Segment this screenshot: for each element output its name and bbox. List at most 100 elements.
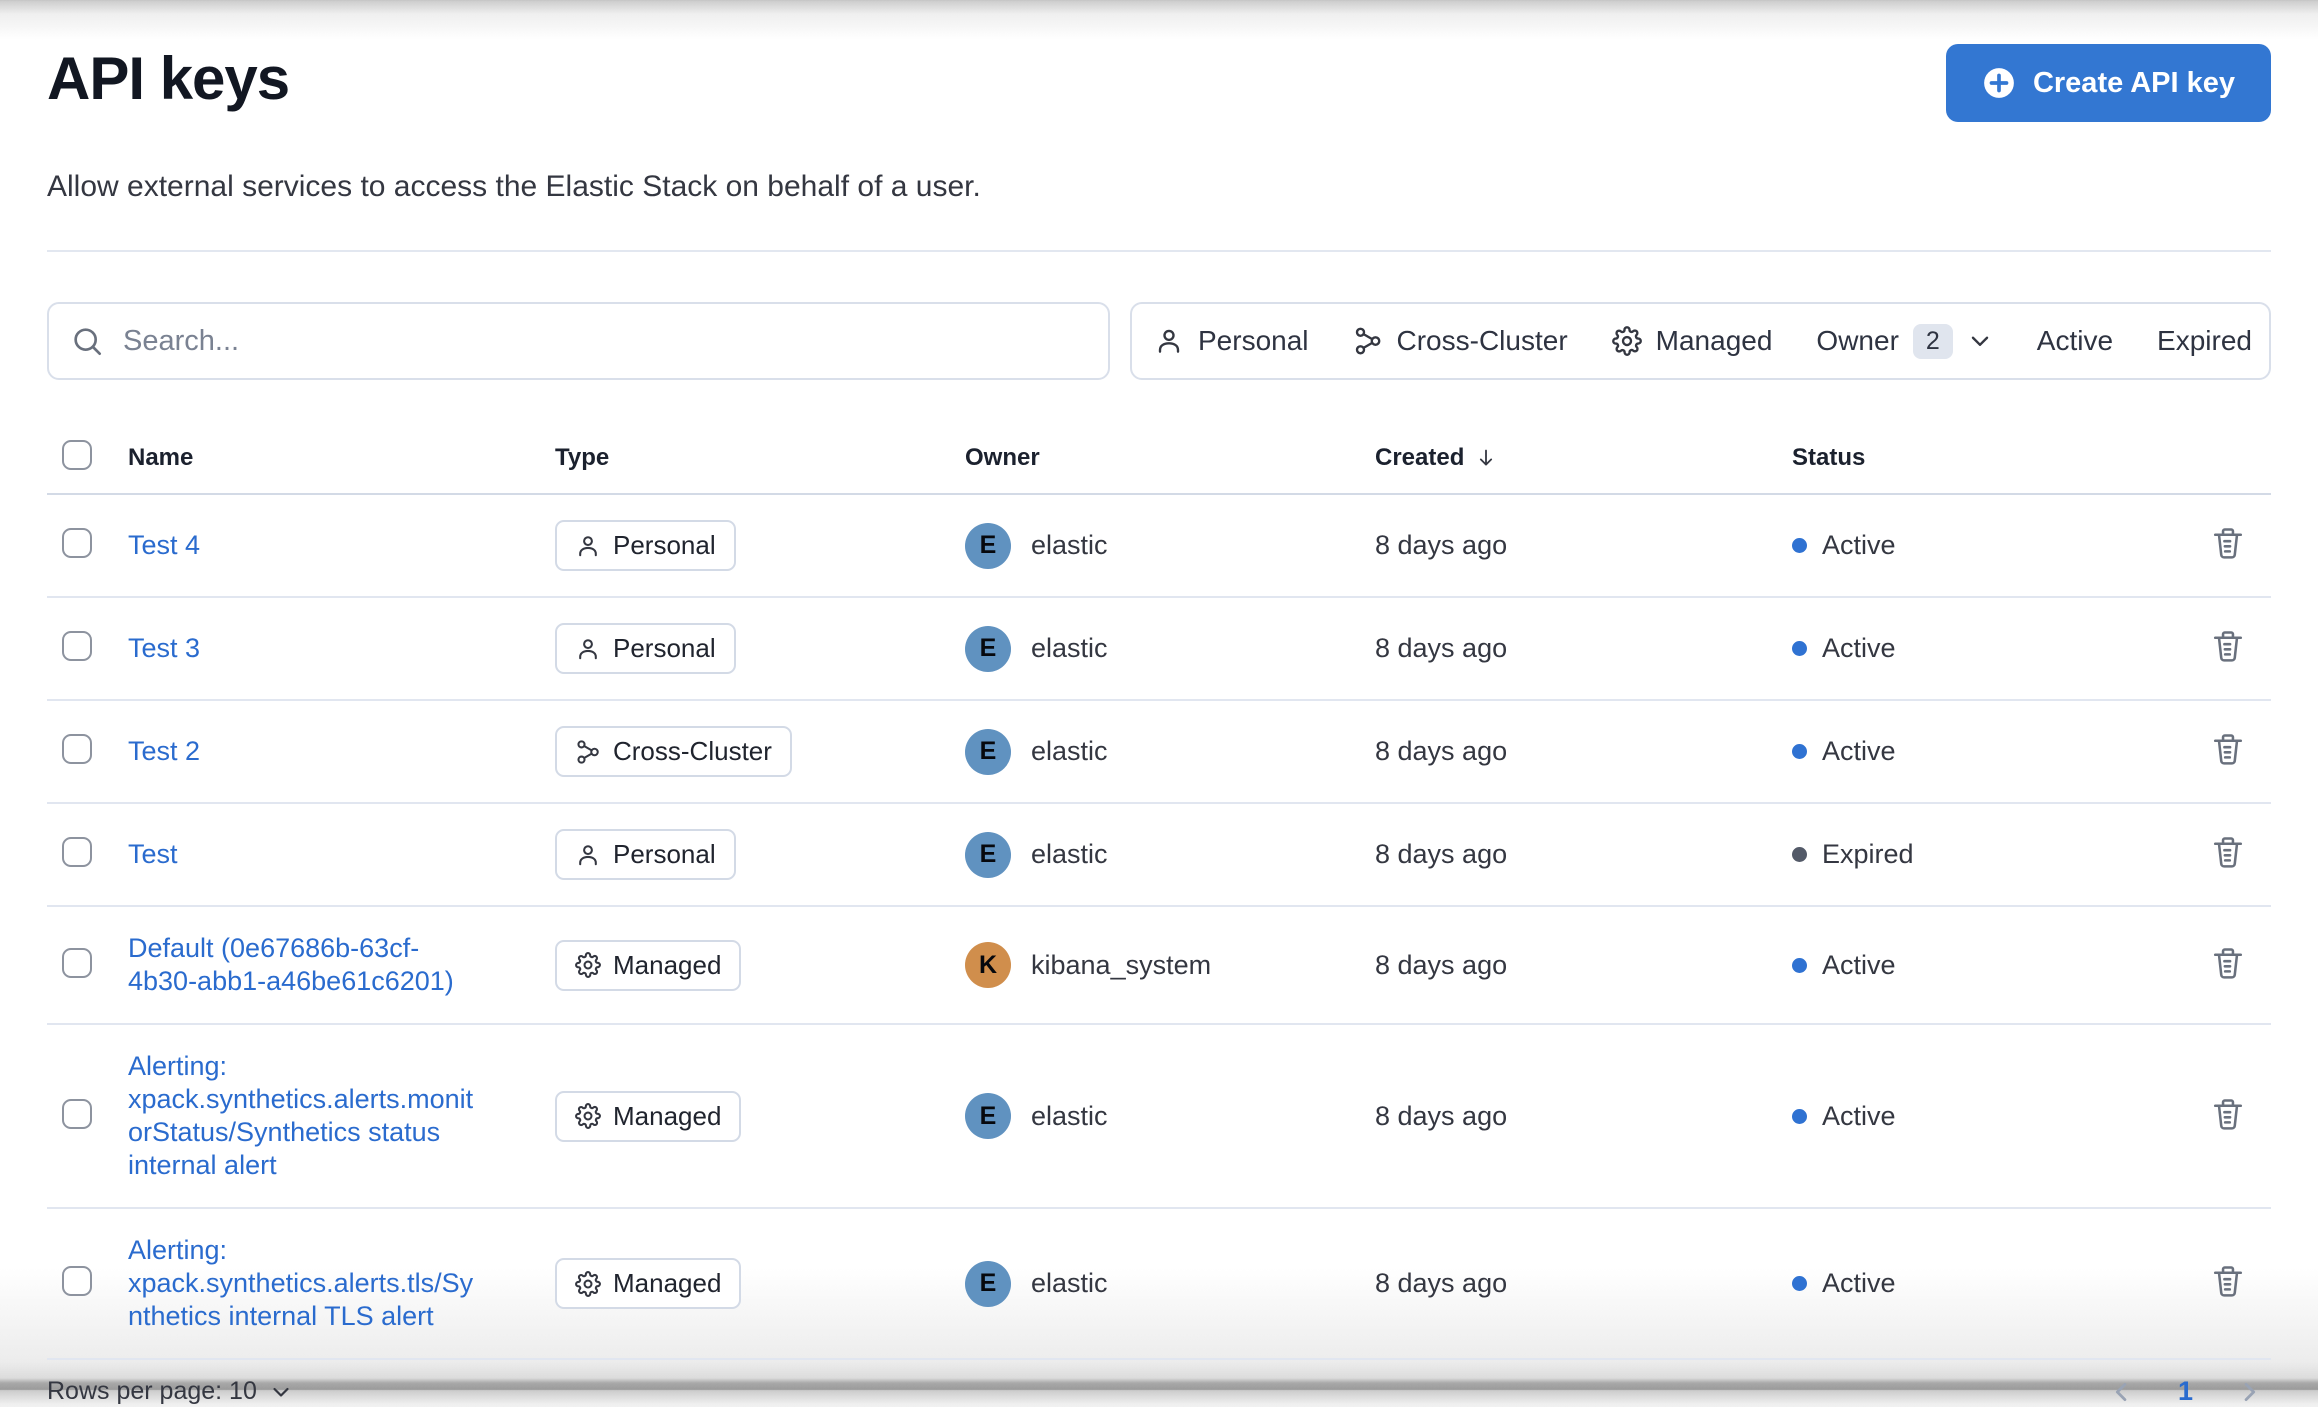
api-key-name-link[interactable]: Test xyxy=(128,838,178,871)
page-title: API keys xyxy=(47,45,290,112)
delete-button[interactable] xyxy=(2210,1096,2246,1132)
table-row: Test Personal Eelastic 8 days ago Expire… xyxy=(47,804,2271,907)
avatar: E xyxy=(965,522,1011,569)
filter-expired-label: Expired xyxy=(2157,325,2252,356)
avatar: E xyxy=(965,1260,1011,1307)
search-input[interactable] xyxy=(121,323,1086,359)
api-key-name-link[interactable]: Default (0e67686b-63cf-4b30-abb1-a46be61… xyxy=(128,932,480,998)
row-checkbox[interactable] xyxy=(62,734,92,764)
type-badge: Personal xyxy=(555,520,736,571)
api-key-name-link[interactable]: Alerting: xpack.synthetics.alerts.monito… xyxy=(128,1050,480,1182)
type-badge-label: Personal xyxy=(613,633,716,663)
type-badge-label: Managed xyxy=(613,1268,722,1298)
pager: 1 xyxy=(2108,1376,2271,1407)
status-dot xyxy=(1792,641,1807,656)
api-key-name-link[interactable]: Test 4 xyxy=(128,529,200,562)
status-label: Active xyxy=(1822,1100,1896,1131)
select-all-checkbox[interactable] xyxy=(62,440,92,470)
column-header-created[interactable]: Created xyxy=(1375,444,1498,472)
header-divider xyxy=(47,250,2271,252)
created-value: 8 days ago xyxy=(1375,530,1508,560)
table-row: Default (0e67686b-63cf-4b30-abb1-a46be61… xyxy=(47,907,2271,1025)
delete-button[interactable] xyxy=(2210,525,2246,561)
chevron-left-icon xyxy=(2108,1378,2136,1406)
status-dot xyxy=(1792,847,1807,862)
owner-name: elastic xyxy=(1031,736,1108,766)
status-label: Active xyxy=(1822,633,1896,663)
table-row: Alerting: xpack.synthetics.alerts.monito… xyxy=(47,1025,2271,1209)
status-dot xyxy=(1792,1276,1807,1291)
trash-icon xyxy=(2210,945,2246,981)
api-key-name-link[interactable]: Alerting: xpack.synthetics.alerts.tls/Sy… xyxy=(128,1234,480,1333)
status-dot xyxy=(1792,957,1807,973)
created-value: 8 days ago xyxy=(1375,839,1508,869)
owner-filter-dropdown[interactable]: Owner 2 xyxy=(1794,304,2014,378)
page-header: API keys Create API key xyxy=(47,44,2271,122)
sort-descending-icon xyxy=(1474,446,1498,470)
owner-name: kibana_system xyxy=(1031,949,1212,980)
previous-page-button[interactable] xyxy=(2108,1378,2136,1406)
owner-name: elastic xyxy=(1031,530,1108,560)
create-api-key-label: Create API key xyxy=(2032,66,2235,99)
status-label: Active xyxy=(1822,949,1896,980)
pagination-bar: Rows per page: 10 1 xyxy=(47,1376,2271,1407)
status-dot xyxy=(1792,1108,1807,1124)
filter-active-label: Active xyxy=(2036,325,2114,356)
status-label: Active xyxy=(1822,530,1896,560)
table-row: Test 3 Personal Eelastic 8 days ago Acti… xyxy=(47,598,2271,701)
page-number-1[interactable]: 1 xyxy=(2178,1376,2193,1407)
row-checkbox[interactable] xyxy=(62,837,92,867)
gear-icon xyxy=(575,1103,601,1129)
created-value: 8 days ago xyxy=(1375,1100,1508,1131)
table-row: Test 4 Personal Eelastic 8 days ago Acti… xyxy=(47,495,2271,598)
type-badge-label: Cross-Cluster xyxy=(613,736,772,766)
filter-cross-cluster[interactable]: Cross-Cluster xyxy=(1331,304,1590,378)
chevron-down-icon xyxy=(1967,328,1993,354)
status-dot xyxy=(1792,744,1807,759)
gear-icon xyxy=(575,952,601,978)
type-badge: Personal xyxy=(555,829,736,880)
row-checkbox[interactable] xyxy=(62,631,92,661)
search-box xyxy=(47,302,1110,380)
filter-personal[interactable]: Personal xyxy=(1132,304,1331,378)
trash-icon xyxy=(2210,1096,2246,1132)
row-checkbox[interactable] xyxy=(62,947,92,978)
filter-managed[interactable]: Managed xyxy=(1590,304,1795,378)
status-label: Expired xyxy=(1822,839,1914,869)
owner-filter-section: Owner 2 xyxy=(1794,304,2014,378)
trash-icon xyxy=(2210,628,2246,664)
type-badge: Cross-Cluster xyxy=(555,726,792,777)
filter-group: Personal Cross-Cluster Managed Owner 2 A… xyxy=(1130,302,2271,380)
delete-button[interactable] xyxy=(2210,628,2246,664)
created-header-label: Created xyxy=(1375,443,1465,471)
row-checkbox[interactable] xyxy=(62,528,92,558)
toolbar: Personal Cross-Cluster Managed Owner 2 xyxy=(47,302,2271,380)
row-checkbox[interactable] xyxy=(62,1098,92,1129)
owner-count-badge: 2 xyxy=(1912,323,1953,359)
status-label: Active xyxy=(1822,1268,1896,1298)
filter-expired[interactable]: Expired xyxy=(2135,304,2269,378)
delete-button[interactable] xyxy=(2210,945,2246,981)
api-key-name-link[interactable]: Test 3 xyxy=(128,632,200,665)
owner-name: elastic xyxy=(1031,1100,1108,1131)
trash-icon xyxy=(2210,731,2246,767)
column-header-name: Name xyxy=(128,443,194,471)
api-key-name-link[interactable]: Test 2 xyxy=(128,735,200,768)
type-badge-label: Managed xyxy=(613,1100,722,1131)
gear-icon xyxy=(575,1271,601,1297)
owner-name: elastic xyxy=(1031,633,1108,663)
api-keys-page: API keys Create API key Allow external s… xyxy=(0,0,2318,1407)
delete-button[interactable] xyxy=(2210,1263,2246,1299)
delete-button[interactable] xyxy=(2210,731,2246,767)
delete-button[interactable] xyxy=(2210,834,2246,870)
rows-per-page-button[interactable]: Rows per page: 10 xyxy=(47,1377,293,1406)
created-value: 8 days ago xyxy=(1375,736,1508,766)
trash-icon xyxy=(2210,834,2246,870)
trash-icon xyxy=(2210,1263,2246,1299)
create-api-key-button[interactable]: Create API key xyxy=(1945,44,2271,122)
user-icon xyxy=(575,636,601,662)
avatar: E xyxy=(965,625,1011,672)
filter-active[interactable]: Active xyxy=(2015,304,2135,378)
next-page-button[interactable] xyxy=(2235,1378,2263,1406)
row-checkbox[interactable] xyxy=(62,1266,92,1296)
